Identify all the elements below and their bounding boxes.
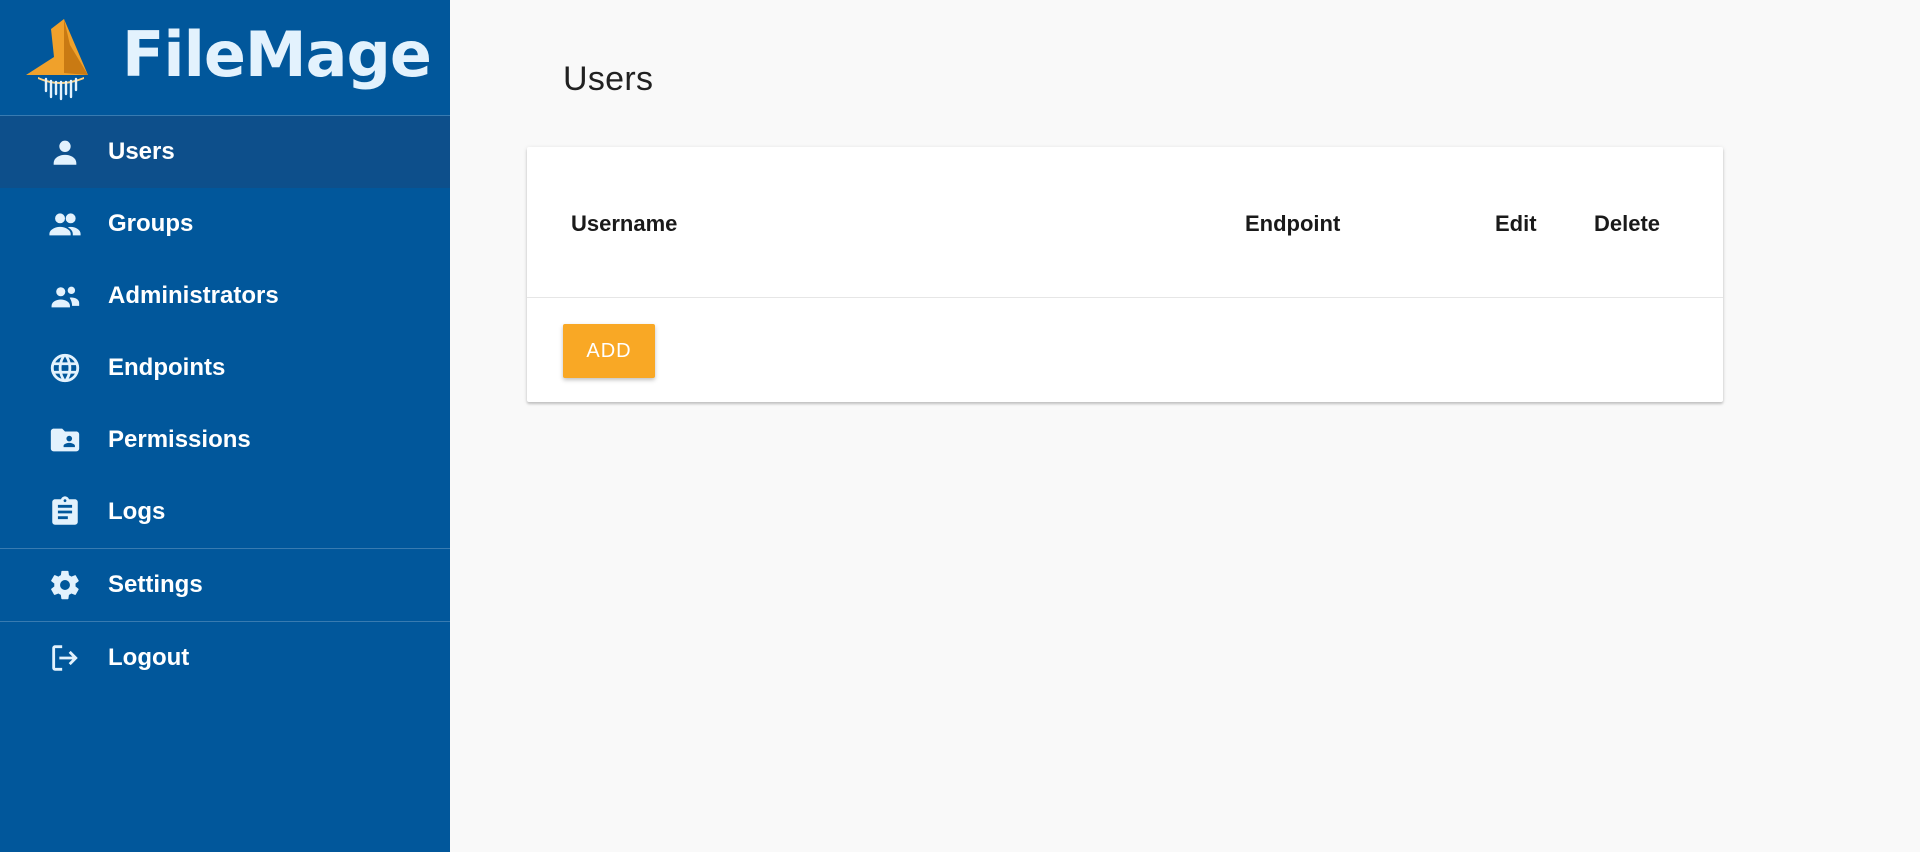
table-header: Username Endpoint Edit Delete [527, 147, 1723, 298]
sidebar: FileMage Users Groups Administrators End… [0, 0, 450, 852]
sidebar-item-label: Logs [108, 498, 166, 525]
users-table-card: Username Endpoint Edit Delete ADD [527, 147, 1723, 402]
sidebar-item-endpoints[interactable]: Endpoints [0, 332, 450, 404]
column-header-edit: Edit [1495, 211, 1537, 236]
page-title: Users [563, 60, 654, 98]
sidebar-item-label: Settings [108, 571, 203, 598]
sidebar-item-logout[interactable]: Logout [0, 622, 450, 694]
clipboard-icon [48, 495, 82, 529]
person-icon [48, 135, 82, 169]
gear-icon [48, 568, 82, 602]
sidebar-item-settings[interactable]: Settings [0, 549, 450, 621]
sidebar-item-label: Endpoints [108, 354, 226, 381]
column-header-delete: Delete [1594, 211, 1661, 236]
sidebar-item-permissions[interactable]: Permissions [0, 404, 450, 476]
column-header-username[interactable]: Username [571, 211, 677, 237]
brand-name: FileMage [122, 18, 432, 91]
folder-shared-icon [48, 423, 82, 457]
sidebar-item-administrators[interactable]: Administrators [0, 260, 450, 332]
sidebar-item-users[interactable]: Users [0, 116, 450, 188]
main-content: Users Username Endpoint Edit Delete ADD [450, 0, 1920, 852]
sidebar-item-label: Groups [108, 210, 194, 237]
sidebar-item-logs[interactable]: Logs [0, 476, 450, 548]
sidebar-item-label: Administrators [108, 282, 279, 309]
sidebar-item-label: Logout [108, 644, 190, 671]
logout-icon [48, 641, 82, 675]
column-header-endpoint[interactable]: Endpoint [1245, 211, 1340, 237]
sidebar-item-label: Permissions [108, 426, 251, 453]
supervisor-icon [48, 279, 82, 313]
globe-icon [48, 351, 82, 385]
sidebar-item-label: Users [108, 138, 175, 165]
wizard-hat-logo-icon [18, 15, 102, 101]
people-icon [48, 207, 82, 241]
sidebar-item-groups[interactable]: Groups [0, 188, 450, 260]
add-user-button[interactable]: ADD [563, 324, 655, 378]
brand[interactable]: FileMage [0, 0, 450, 116]
